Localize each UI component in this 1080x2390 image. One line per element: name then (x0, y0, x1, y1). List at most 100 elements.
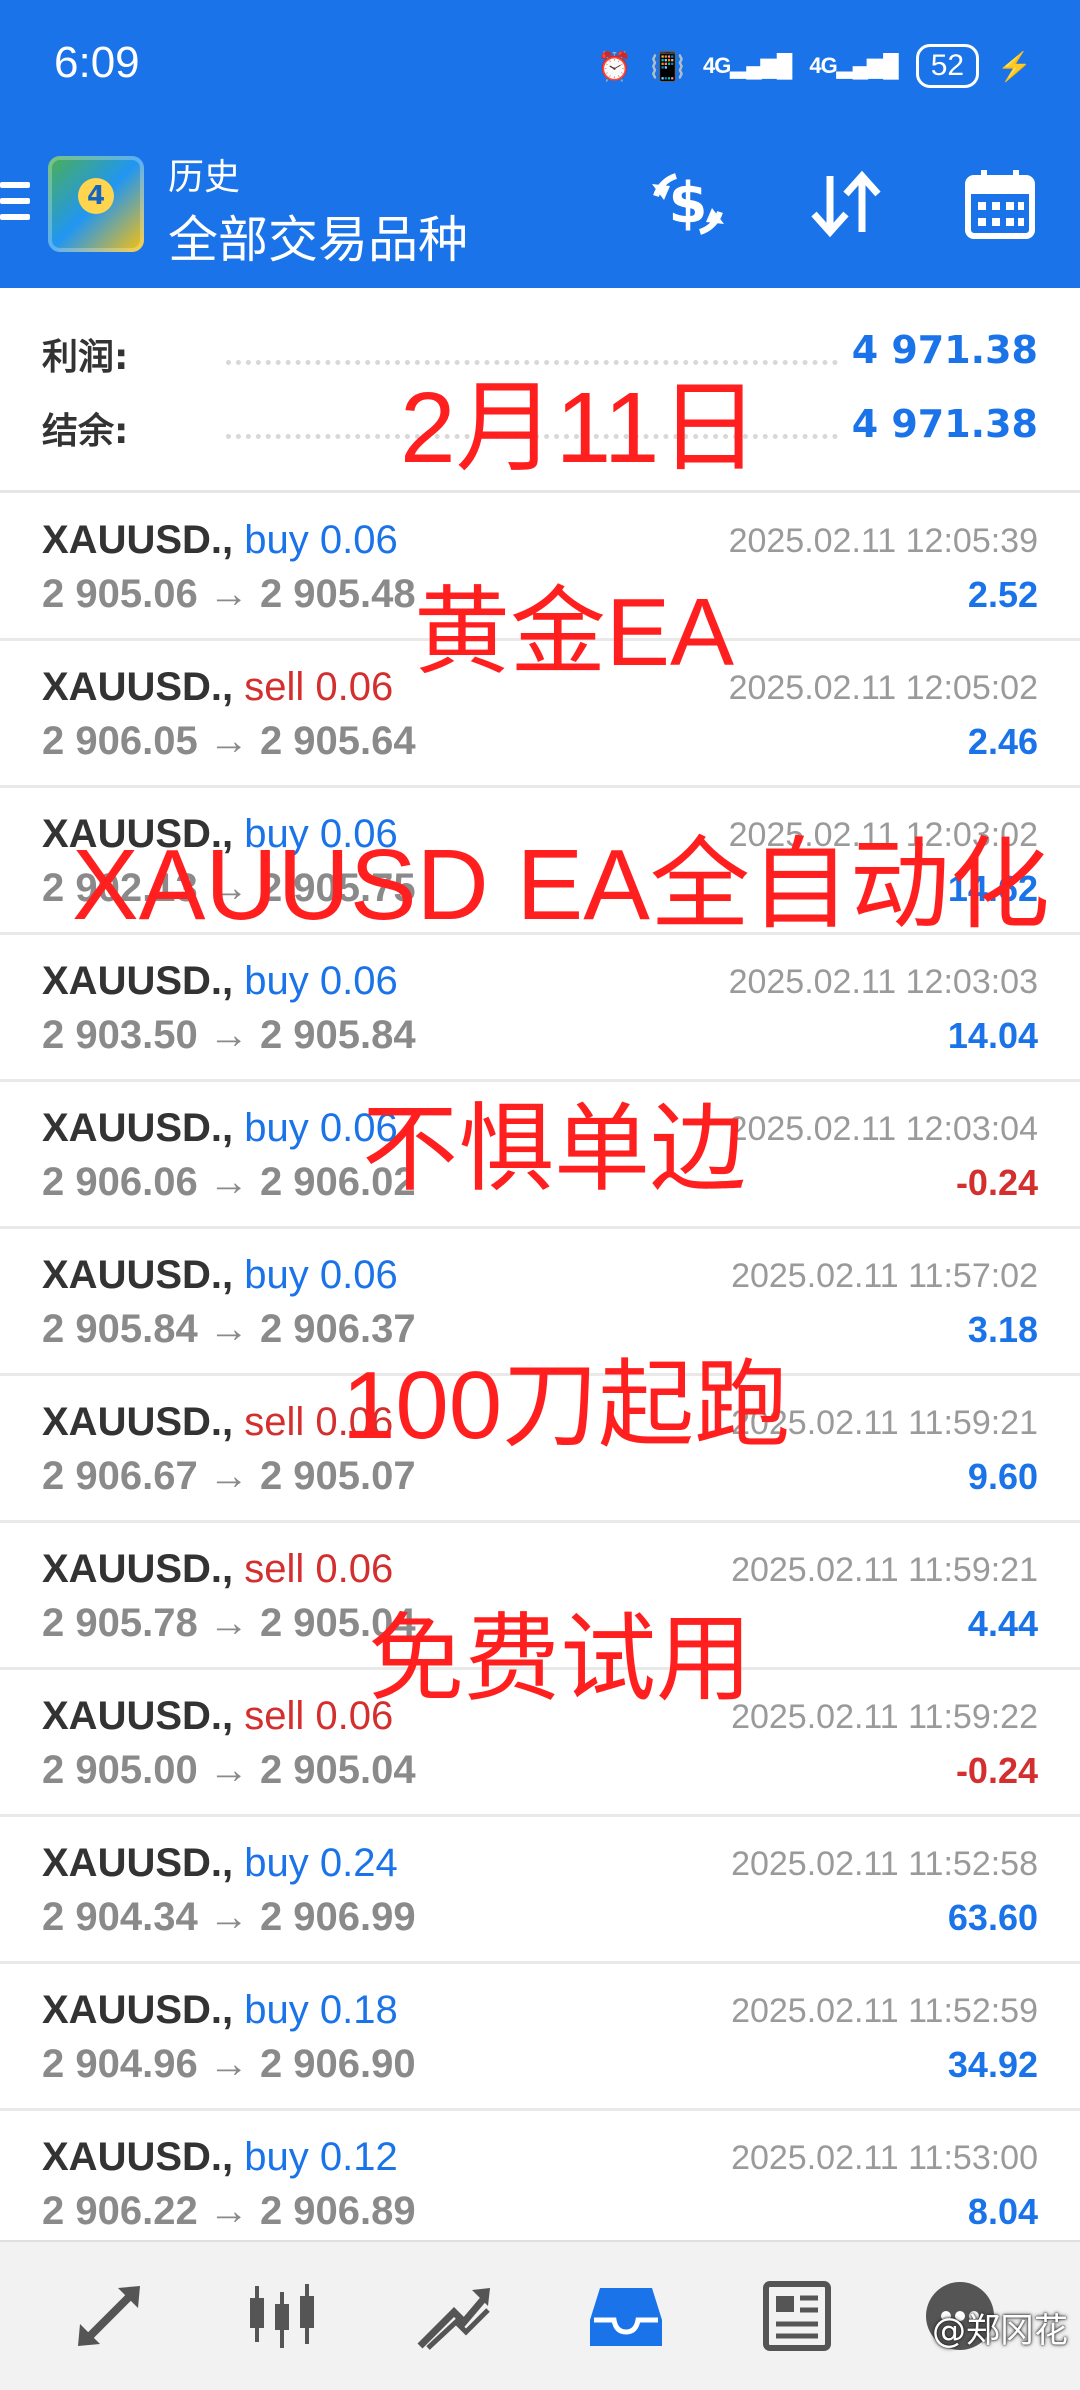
trade-symbol: XAUUSD., (42, 518, 234, 562)
symbol-filter[interactable]: 全部交易品种 (168, 200, 468, 272)
close-price: 2 906.37 (259, 1307, 416, 1351)
trade-time: 2025.02.11 11:59:21 (731, 1551, 1038, 1589)
overlay-line-100: 100刀起跑 (342, 1352, 791, 1459)
trade-time: 2025.02.11 11:53:00 (731, 2139, 1038, 2177)
trade-icon[interactable] (414, 2276, 494, 2356)
trade-row[interactable]: XAUUSD., buy 0.18 2 904.96 → 2 906.90 20… (0, 1964, 1080, 2111)
trade-time: 2025.02.11 11:52:59 (731, 1992, 1038, 2030)
trade-time: 2025.02.11 12:05:39 (728, 522, 1038, 560)
trade-type: sell (244, 1694, 305, 1738)
trade-profit: 34.92 (947, 2044, 1038, 2085)
open-price: 2 903.50 (42, 1013, 198, 1057)
open-price: 2 905.06 (42, 572, 198, 616)
signal-icon: 4G▂▄▆█ (703, 53, 792, 78)
overlay-line-xauusd: XAUUSD EA全自动化 (72, 829, 1050, 941)
calendar-icon[interactable] (962, 166, 1038, 242)
open-price: 2 905.78 (42, 1601, 198, 1645)
sort-icon[interactable] (808, 166, 884, 242)
open-price: 2 904.34 (42, 1895, 198, 1939)
trade-time: 2025.02.11 12:05:02 (728, 669, 1038, 707)
close-price: 2 905.84 (259, 1013, 416, 1057)
trade-type: sell (244, 1400, 305, 1444)
svg-text:$: $ (669, 171, 708, 236)
trade-profit: -0.24 (955, 1162, 1038, 1203)
trade-profit: 9.60 (967, 1456, 1038, 1497)
balance-label: 结余: (42, 411, 129, 452)
app-header: 6:09 ⏰ 📳 4G▂▄▆█ 4G▂▄▆█ 52 ⚡ 4 历史 全部交易品种 … (0, 0, 1080, 288)
quotes-icon[interactable] (70, 2276, 150, 2356)
open-price: 2 906.05 (42, 719, 198, 763)
open-price: 2 906.06 (42, 1160, 198, 1204)
open-price: 2 904.96 (42, 2042, 198, 2086)
bottom-navigation: @郑冈花 (0, 2240, 1080, 2390)
trade-symbol: XAUUSD., (42, 1253, 234, 1297)
open-price: 2 905.00 (42, 1748, 198, 1792)
signal-icon-2: 4G▂▄▆█ (809, 53, 898, 78)
vibrate-icon: 📳 (650, 50, 685, 82)
menu-icon[interactable] (0, 182, 30, 230)
trade-row[interactable]: XAUUSD., buy 0.24 2 904.34 → 2 906.99 20… (0, 1817, 1080, 1964)
trade-symbol: XAUUSD., (42, 1988, 234, 2032)
trade-type: buy (244, 2135, 309, 2179)
dotted-leader (226, 360, 838, 365)
status-icons: ⏰ 📳 4G▂▄▆█ 4G▂▄▆█ 52 ⚡ (597, 44, 1032, 88)
trade-volume: 0.18 (319, 1988, 398, 2032)
trade-row[interactable]: XAUUSD., buy 0.12 2 906.22 → 2 906.89 20… (0, 2111, 1080, 2255)
trade-time: 2025.02.11 11:52:58 (731, 1845, 1038, 1883)
trade-volume: 0.06 (315, 665, 394, 709)
open-price: 2 906.22 (42, 2189, 198, 2233)
trade-symbol: XAUUSD., (42, 959, 234, 1003)
trade-symbol: XAUUSD., (42, 1400, 234, 1444)
trade-volume: 0.06 (315, 1547, 394, 1591)
trade-type: buy (244, 1106, 309, 1150)
charging-icon: ⚡ (997, 50, 1032, 82)
trade-profit: 2.46 (967, 721, 1038, 762)
trade-time: 2025.02.11 11:59:22 (731, 1698, 1038, 1736)
open-price: 2 906.67 (42, 1454, 198, 1498)
trade-profit: 2.52 (967, 574, 1038, 615)
trade-volume: 0.06 (319, 959, 398, 1003)
trade-type: buy (244, 959, 309, 1003)
close-price: 2 905.07 (259, 1454, 416, 1498)
overlay-date: 2月11日 (400, 372, 760, 484)
trade-type: buy (244, 518, 309, 562)
trade-type: buy (244, 1988, 309, 2032)
trade-time: 2025.02.11 12:03:04 (728, 1110, 1038, 1148)
battery-indicator: 52 (915, 44, 980, 88)
trade-symbol: XAUUSD., (42, 1841, 234, 1885)
close-price: 2 906.90 (259, 2042, 416, 2086)
trade-row[interactable]: XAUUSD., buy 0.06 2 903.50 → 2 905.84 20… (0, 935, 1080, 1082)
watermark: @郑冈花 (932, 2311, 1068, 2351)
trade-symbol: XAUUSD., (42, 1547, 234, 1591)
profit-value: 4 971.38 (851, 328, 1038, 372)
close-price: 2 905.48 (259, 572, 416, 616)
logo-icon: 4 (48, 156, 144, 252)
news-icon[interactable] (756, 2276, 836, 2356)
trade-volume: 0.06 (319, 1253, 398, 1297)
history-icon[interactable] (586, 2276, 666, 2356)
trade-profit: 3.18 (967, 1309, 1038, 1350)
balance-value: 4 971.38 (851, 402, 1038, 446)
trade-volume: 0.24 (319, 1841, 398, 1885)
close-price: 2 905.04 (259, 1748, 416, 1792)
close-price: 2 906.89 (259, 2189, 416, 2233)
open-price: 2 905.84 (42, 1307, 198, 1351)
trade-time: 2025.02.11 11:57:02 (731, 1257, 1038, 1295)
overlay-line-fearless: 不惧单边 (362, 1096, 746, 1203)
close-price: 2 905.64 (259, 719, 416, 763)
trade-type: buy (244, 1841, 309, 1885)
status-time: 6:09 (54, 38, 140, 87)
overlay-line-free-trial: 免费试用 (368, 1606, 752, 1713)
close-price: 2 906.99 (259, 1895, 416, 1939)
trade-profit: -0.24 (955, 1750, 1038, 1791)
alarm-icon: ⏰ (597, 50, 633, 82)
trade-symbol: XAUUSD., (42, 1106, 234, 1150)
trade-type: sell (244, 665, 305, 709)
trade-profit: 14.04 (947, 1015, 1038, 1056)
trade-profit: 4.44 (967, 1603, 1038, 1644)
trade-volume: 0.06 (319, 518, 398, 562)
chart-icon[interactable] (242, 2276, 322, 2356)
currency-exchange-icon[interactable]: $ (650, 166, 726, 242)
trade-volume: 0.12 (319, 2135, 398, 2179)
trade-profit: 8.04 (967, 2191, 1038, 2232)
